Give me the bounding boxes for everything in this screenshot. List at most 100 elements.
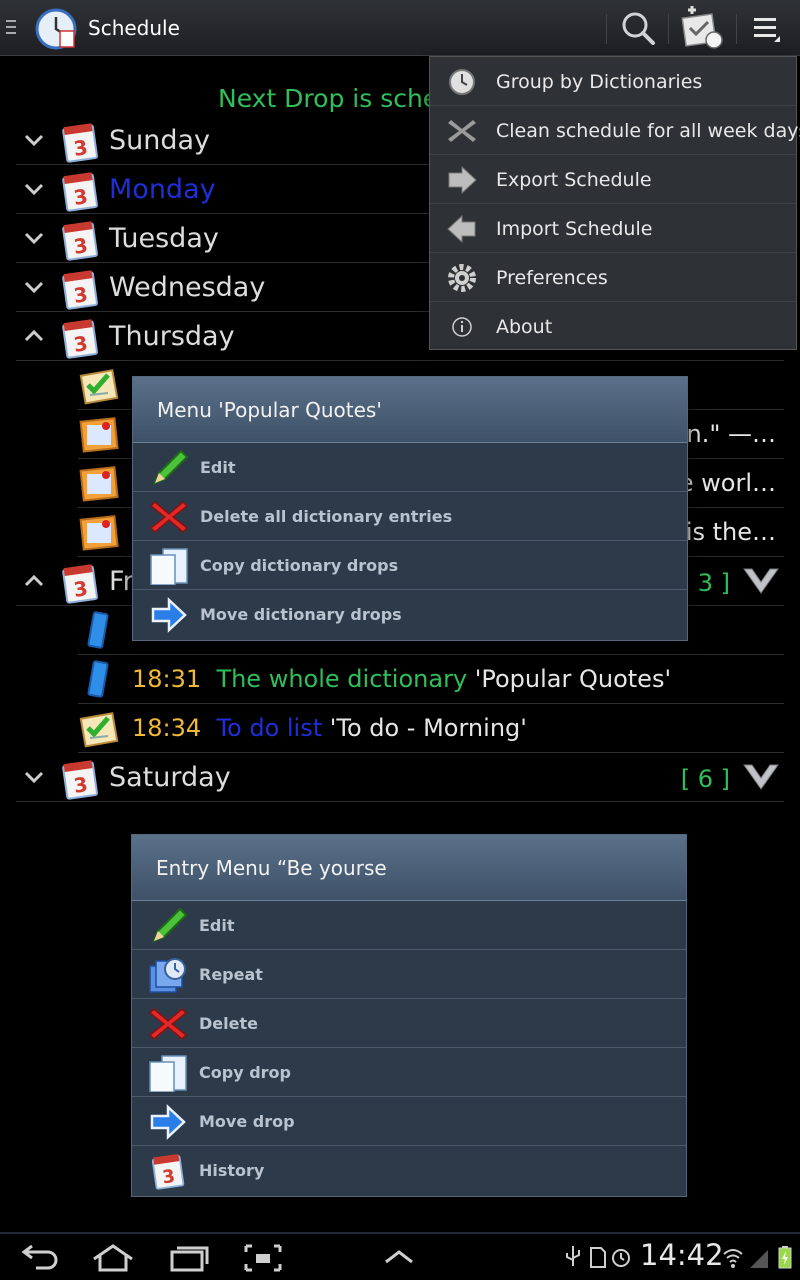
menu-item-label: About xyxy=(496,316,553,338)
calendar-icon xyxy=(60,170,100,212)
signal-icon xyxy=(750,1250,768,1268)
home-icon[interactable] xyxy=(86,1242,140,1274)
entry-text: e worl… xyxy=(678,469,776,497)
menu-item-label: Group by Dictionaries xyxy=(496,71,703,93)
chevron-up-icon xyxy=(24,329,44,342)
recent-apps-icon[interactable] xyxy=(162,1242,216,1274)
entry-time: 18:34 xyxy=(132,714,202,742)
entry-kind: To do list xyxy=(216,714,323,742)
entry-context-menu: Entry Menu “Be yourse Edit Repeat Delete… xyxy=(131,834,687,1197)
overflow-menu: Group by Dictionaries Clean schedule for… xyxy=(429,56,800,351)
menu-item-label: Move dictionary drops xyxy=(200,605,402,624)
menu-item-delete-all-entries[interactable]: Delete all dictionary entries xyxy=(133,492,687,541)
calendar-icon xyxy=(148,1152,188,1190)
menu-item-repeat[interactable]: Repeat xyxy=(132,950,686,999)
divider xyxy=(736,14,737,44)
day-label: Sunday xyxy=(109,125,211,156)
menu-item-history[interactable]: History xyxy=(132,1146,686,1195)
list-item[interactable]: 18:31 The whole dictionary 'Popular Quot… xyxy=(78,655,784,704)
dialog-header: Entry Menu “Be yourse xyxy=(132,835,686,901)
entry-name: 'To do - Morning' xyxy=(322,714,527,742)
day-row-saturday[interactable]: Saturday [ 6 ] xyxy=(16,753,784,802)
status-clock: 14:42 xyxy=(640,1238,724,1272)
day-label: Thursday xyxy=(109,321,235,352)
menu-item-export-schedule[interactable]: Export Schedule xyxy=(430,155,796,204)
overflow-menu-icon[interactable] xyxy=(742,6,798,50)
menu-item-delete[interactable]: Delete xyxy=(132,999,686,1048)
entry-kind: The whole dictionary xyxy=(216,665,468,693)
calendar-icon xyxy=(60,219,100,261)
clock-icon xyxy=(449,69,475,95)
entry-text: 18:34 To do list 'To do - Morning' xyxy=(132,714,527,742)
search-icon[interactable] xyxy=(610,6,666,50)
battery-charging-icon xyxy=(778,1246,792,1269)
menu-item-label: Delete xyxy=(199,1014,258,1033)
screenshot-icon[interactable] xyxy=(236,1242,290,1274)
menu-item-clean-schedule[interactable]: Clean schedule for all week days xyxy=(430,106,800,155)
add-schedule-icon[interactable] xyxy=(674,6,730,50)
expand-mark-icon[interactable] xyxy=(742,567,780,595)
menu-item-about[interactable]: About xyxy=(430,302,796,351)
menu-item-edit[interactable]: Edit xyxy=(132,901,686,950)
divider xyxy=(606,14,607,44)
app-title: Schedule xyxy=(88,16,180,40)
usb-icon xyxy=(566,1246,580,1266)
day-label: Fr xyxy=(109,566,134,597)
day-label: Monday xyxy=(109,174,216,205)
calendar-icon xyxy=(60,317,100,359)
action-bar: Schedule xyxy=(0,0,800,56)
menu-item-label: Import Schedule xyxy=(496,218,653,240)
next-drop-text: Next Drop is sche xyxy=(218,84,439,113)
card-icon xyxy=(78,414,124,454)
menu-item-copy-drop[interactable]: Copy drop xyxy=(132,1048,686,1097)
move-arrow-icon xyxy=(149,596,189,634)
export-arrow-icon xyxy=(448,165,477,195)
chevron-down-icon xyxy=(24,281,44,294)
drawer-handle-icon[interactable] xyxy=(6,20,18,36)
move-arrow-icon xyxy=(148,1103,188,1141)
dictionary-book-icon xyxy=(84,659,114,699)
back-icon[interactable] xyxy=(12,1242,66,1274)
app-clock-icon[interactable] xyxy=(34,7,78,51)
menu-item-move-drop[interactable]: Move drop xyxy=(132,1097,686,1146)
dialog-title: Menu 'Popular Quotes' xyxy=(157,398,382,422)
day-label: Saturday xyxy=(109,762,231,793)
menu-item-preferences[interactable]: Preferences xyxy=(430,253,796,302)
menu-item-edit[interactable]: Edit xyxy=(133,443,687,492)
dictionary-book-icon xyxy=(84,610,114,650)
menu-item-import-schedule[interactable]: Import Schedule xyxy=(430,204,796,253)
divider xyxy=(668,14,669,44)
pencil-icon xyxy=(148,907,188,945)
entry-count: [ 6 ] xyxy=(680,765,730,793)
sd-card-icon xyxy=(590,1247,606,1268)
gear-icon xyxy=(448,264,476,292)
menu-item-label: Export Schedule xyxy=(496,169,652,191)
calendar-icon xyxy=(60,268,100,310)
menu-item-move-dictionary-drops[interactable]: Move dictionary drops xyxy=(133,590,687,639)
chevron-down-icon xyxy=(24,771,44,784)
todo-list-icon xyxy=(78,708,124,748)
expand-mark-icon[interactable] xyxy=(742,763,780,791)
menu-item-label: Delete all dictionary entries xyxy=(200,507,453,526)
entry-name: 'Popular Quotes' xyxy=(467,665,672,693)
list-item[interactable]: 18:34 To do list 'To do - Morning' xyxy=(78,704,784,753)
menu-item-label: Edit xyxy=(200,458,236,477)
dictionary-context-menu: Menu 'Popular Quotes' Edit Delete all di… xyxy=(132,376,688,641)
alarm-icon xyxy=(612,1249,630,1267)
entry-count: [ 3 ] xyxy=(680,569,730,597)
menu-item-group-by-dictionaries[interactable]: Group by Dictionaries xyxy=(430,57,796,106)
entry-time: 18:31 xyxy=(132,665,202,693)
copy-icon xyxy=(149,547,189,585)
chevron-up-icon[interactable] xyxy=(372,1242,426,1274)
chevron-down-icon xyxy=(24,134,44,147)
red-x-icon xyxy=(148,1005,188,1043)
calendar-icon xyxy=(60,758,100,800)
todo-list-icon xyxy=(78,365,124,405)
system-navigation-bar: 14:42 xyxy=(0,1232,800,1280)
info-icon xyxy=(452,317,472,337)
pencil-icon xyxy=(149,449,189,487)
menu-item-copy-dictionary-drops[interactable]: Copy dictionary drops xyxy=(133,541,687,590)
card-icon xyxy=(78,463,124,503)
wifi-icon xyxy=(723,1249,743,1268)
dialog-title: Entry Menu “Be yourse xyxy=(156,856,387,880)
